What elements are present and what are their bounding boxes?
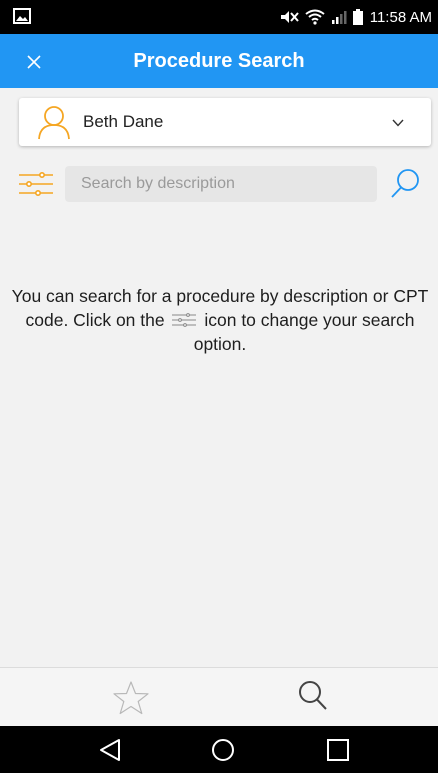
home-button[interactable] <box>209 736 237 764</box>
tab-search[interactable] <box>294 678 334 716</box>
search-input[interactable] <box>65 166 377 202</box>
close-icon <box>27 55 41 69</box>
signal-icon <box>331 11 347 24</box>
sliders-icon <box>19 171 53 196</box>
help-text-part-2: icon to change your search option. <box>193 310 415 354</box>
recents-icon <box>327 739 349 761</box>
chevron-down-icon <box>392 119 404 127</box>
status-icons: 11:58 AM <box>279 0 432 34</box>
back-button[interactable] <box>96 736 124 764</box>
bottom-tab-bar <box>0 668 438 726</box>
filter-options-button[interactable] <box>18 170 54 198</box>
tab-favorites[interactable] <box>111 680 151 716</box>
recents-button[interactable] <box>324 736 352 764</box>
app-bar: Procedure Search <box>0 34 438 88</box>
star-icon <box>113 681 149 715</box>
system-nav-bar <box>0 726 438 773</box>
close-button[interactable] <box>20 48 48 76</box>
person-icon <box>38 106 70 140</box>
page-title: Procedure Search <box>133 50 305 72</box>
search-icon <box>299 681 327 710</box>
wifi-icon <box>305 9 325 25</box>
patient-selector[interactable]: Beth Dane <box>19 98 431 146</box>
mute-icon <box>280 11 299 23</box>
back-icon <box>100 739 120 761</box>
patient-name: Beth Dane <box>83 112 164 131</box>
status-time: 11:58 AM <box>369 8 432 26</box>
image-icon <box>13 8 31 24</box>
search-button[interactable] <box>388 166 424 202</box>
battery-icon <box>352 9 363 25</box>
home-icon <box>212 739 234 761</box>
status-bar: 11:58 AM <box>0 0 438 34</box>
help-text: You can search for a procedure by descri… <box>8 284 432 356</box>
sliders-icon <box>172 313 197 327</box>
search-icon <box>391 169 419 198</box>
